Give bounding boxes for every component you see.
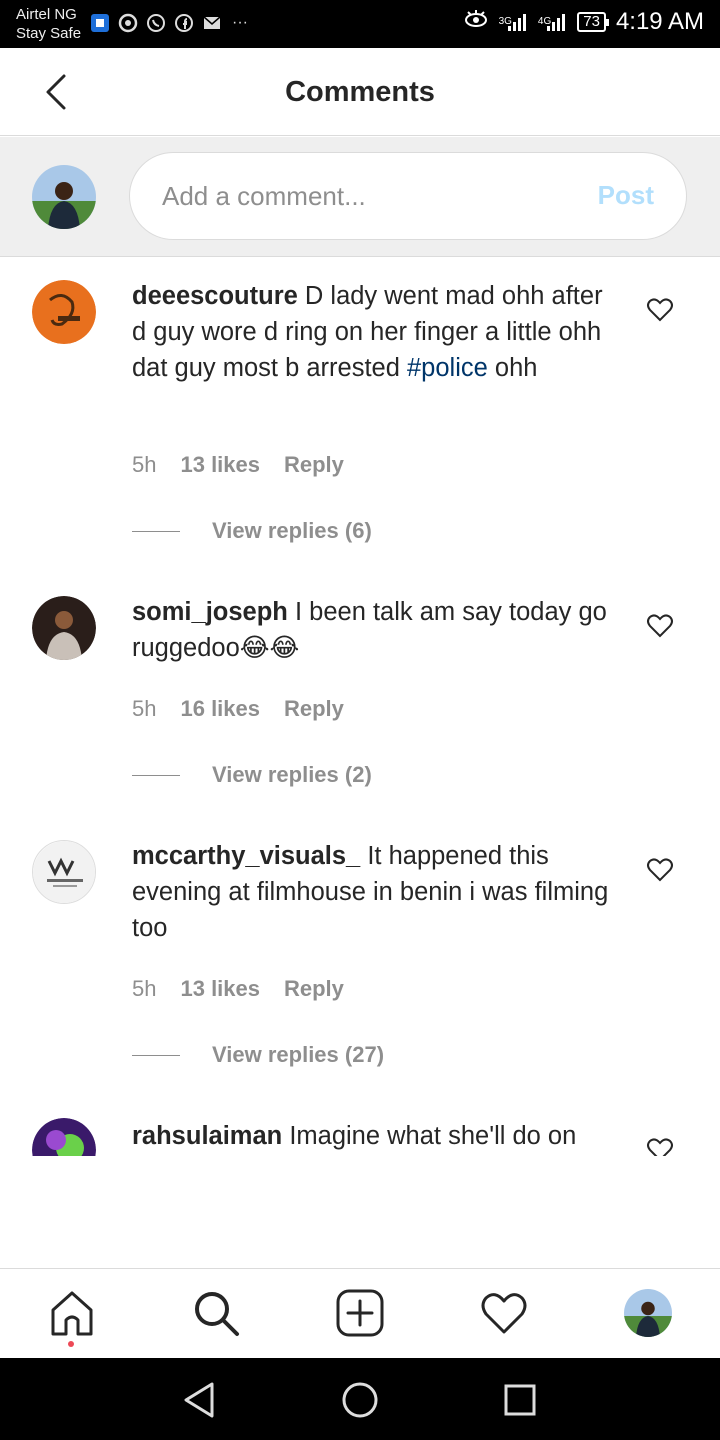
shield-app-icon xyxy=(90,13,110,33)
network-3g-label: 3G xyxy=(498,16,512,27)
heart-outline-icon xyxy=(647,298,673,322)
list-cutoff xyxy=(0,1156,720,1268)
clock: 4:19 AM xyxy=(615,8,704,35)
notification-icons: ··· xyxy=(90,13,250,33)
comment-likes[interactable]: 13 likes xyxy=(180,452,260,478)
battery-level: 73 xyxy=(577,12,609,32)
status-bar: Airtel NG Stay Safe ··· 3G 4G 73 4:19 AM xyxy=(0,0,720,48)
replies-divider xyxy=(132,530,180,532)
mail-icon xyxy=(202,13,222,33)
circle-home-icon xyxy=(342,1382,378,1418)
system-home-button[interactable] xyxy=(338,1378,382,1422)
system-navigation-bar xyxy=(0,1358,720,1440)
nav-search[interactable] xyxy=(190,1287,242,1339)
like-comment-button[interactable] xyxy=(646,296,674,324)
comment-meta: 5h 13 likes Reply xyxy=(132,452,344,478)
comment-time: 5h xyxy=(132,696,157,721)
comment-meta: 5h 16 likes Reply xyxy=(132,696,344,722)
system-recents-button[interactable] xyxy=(498,1378,542,1422)
like-comment-button[interactable] xyxy=(646,856,674,884)
comment-body: rahsulaiman Imagine what she'll do on xyxy=(132,1118,612,1154)
comment-username[interactable]: rahsulaiman xyxy=(132,1122,282,1150)
commenter-avatar[interactable] xyxy=(32,596,96,660)
profile-avatar xyxy=(624,1289,672,1337)
nav-activity[interactable] xyxy=(478,1287,530,1339)
carrier-sub: Stay Safe xyxy=(16,25,82,42)
comment-username[interactable]: mccarthy_visuals_ xyxy=(132,842,360,870)
nav-home[interactable] xyxy=(46,1287,98,1339)
comment-body: mccarthy_visuals_ It happened this eveni… xyxy=(132,838,612,946)
commenter-avatar[interactable] xyxy=(32,280,96,344)
more-notifications-icon: ··· xyxy=(232,14,248,31)
heart-outline-icon xyxy=(647,614,673,638)
user-avatar xyxy=(32,165,96,229)
comment-body: deeescouture D lady went mad ohh after d… xyxy=(132,278,612,386)
facebook-icon xyxy=(174,13,194,33)
comment-likes[interactable]: 16 likes xyxy=(180,696,260,722)
view-replies-button[interactable]: View replies (2) xyxy=(132,762,372,788)
comment-text-end: ohh xyxy=(487,354,538,382)
reply-button[interactable]: Reply xyxy=(284,976,344,1002)
reply-button[interactable]: Reply xyxy=(284,452,344,478)
app-header: Comments xyxy=(0,48,720,136)
network-4g-label: 4G xyxy=(537,16,552,27)
carrier-name: Airtel NG xyxy=(16,6,77,23)
status-right: 3G 4G 73 4:19 AM xyxy=(463,8,704,36)
page-title: Comments xyxy=(285,76,435,108)
comment-time: 5h xyxy=(132,976,157,1001)
hashtag-link[interactable]: #police xyxy=(407,354,488,382)
nav-profile[interactable] xyxy=(622,1287,674,1339)
comment-username[interactable]: somi_joseph xyxy=(132,598,288,626)
search-icon xyxy=(195,1292,239,1336)
carrier-info: Airtel NG Stay Safe xyxy=(16,5,81,43)
replies-divider xyxy=(132,774,180,776)
heart-outline-icon xyxy=(647,858,673,882)
new-post-icon xyxy=(336,1289,384,1337)
commenter-avatar[interactable] xyxy=(32,840,96,904)
post-button[interactable]: Post xyxy=(598,180,654,211)
view-replies-label: View replies (2) xyxy=(212,762,372,787)
comment-meta: 5h 13 likes Reply xyxy=(132,976,344,1002)
comment-time: 5h xyxy=(132,452,157,477)
chrome-icon xyxy=(118,13,138,33)
view-replies-button[interactable]: View replies (27) xyxy=(132,1042,384,1068)
eye-comfort-icon xyxy=(463,8,489,36)
heart-icon xyxy=(481,1293,527,1334)
bottom-navigation xyxy=(0,1268,720,1358)
comment-likes[interactable]: 13 likes xyxy=(180,976,260,1002)
view-replies-label: View replies (27) xyxy=(212,1042,385,1067)
replies-divider xyxy=(132,1054,180,1056)
comment-body: somi_joseph I been talk am say today go … xyxy=(132,594,612,666)
comment-username[interactable]: deeescouture xyxy=(132,282,298,310)
notification-dot xyxy=(68,1341,74,1347)
comment-input-wrapper: Post xyxy=(129,152,687,240)
reply-button[interactable]: Reply xyxy=(284,696,344,722)
nav-new-post[interactable] xyxy=(334,1287,386,1339)
comment-input[interactable] xyxy=(162,153,562,239)
view-replies-label: View replies (6) xyxy=(212,518,372,543)
like-comment-button[interactable] xyxy=(646,612,674,640)
home-icon xyxy=(51,1291,93,1336)
system-back-button[interactable] xyxy=(178,1378,222,1422)
comment-composer: Post xyxy=(0,137,720,257)
view-replies-button[interactable]: View replies (6) xyxy=(132,518,372,544)
triangle-back-icon xyxy=(184,1382,214,1418)
comment-text: Imagine what she'll do on xyxy=(289,1122,577,1150)
square-recents-icon xyxy=(504,1384,536,1416)
whatsapp-icon xyxy=(146,13,166,33)
